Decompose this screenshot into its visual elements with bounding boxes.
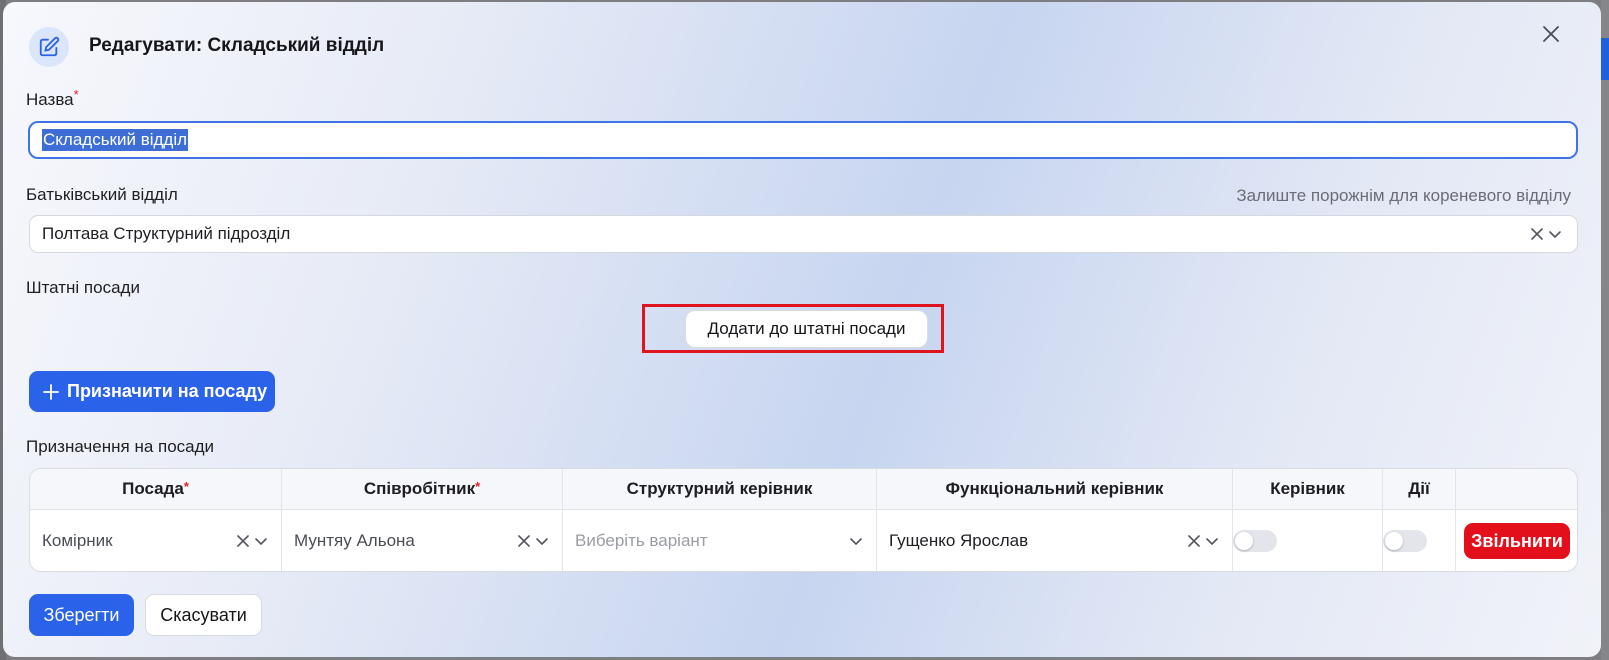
dismiss-cell: Звільнити xyxy=(1456,510,1577,571)
chevron-down-icon[interactable] xyxy=(1547,226,1563,242)
parent-department-label: Батьківський відділ xyxy=(26,185,178,204)
header-manager: Керівник xyxy=(1233,469,1383,509)
clear-x-icon[interactable] xyxy=(1188,535,1200,547)
assignments-label: Призначення на посади xyxy=(26,437,215,456)
required-mark: * xyxy=(475,478,481,494)
parent-department-value: Полтава Структурний підрозділ xyxy=(42,224,291,243)
plus-icon xyxy=(43,383,59,400)
structural-manager-select[interactable]: Виберіть варіант xyxy=(563,510,877,571)
table-row: Комірник Мунтяу Альона Виберіть варіант xyxy=(30,510,1577,571)
employee-value: Мунтяу Альона xyxy=(294,531,415,550)
clear-x-icon[interactable] xyxy=(237,535,249,547)
edit-department-dialog: Редагувати: Складський відділ Назва* Скл… xyxy=(3,2,1601,657)
structural-manager-placeholder: Виберіть варіант xyxy=(575,531,708,550)
table-header-row: Посада * Співробітник * Структурний керівн… xyxy=(30,469,1577,510)
background-right-edge xyxy=(1601,0,1609,660)
chevron-down-icon[interactable] xyxy=(253,533,269,549)
chevron-down-icon[interactable] xyxy=(1204,533,1220,549)
manager-cell xyxy=(1233,510,1383,571)
name-input[interactable]: Складський відділ xyxy=(28,121,1578,159)
position-value: Комірник xyxy=(42,531,113,550)
header-employee: Співробітник * xyxy=(282,469,563,509)
save-button[interactable]: Зберегти xyxy=(29,594,134,636)
dialog-title: Редагувати: Складський відділ xyxy=(89,35,385,56)
assign-to-position-button[interactable]: Призначити на посаду xyxy=(29,371,275,412)
add-to-staff-button[interactable]: Додати до штатні посади xyxy=(685,310,928,348)
parent-department-select[interactable]: Полтава Структурний підрозділ xyxy=(29,215,1578,253)
header-functional-manager: Функціональний керівник xyxy=(877,469,1233,509)
chevron-down-icon[interactable] xyxy=(848,533,864,549)
header-position: Посада * xyxy=(30,469,282,509)
manager-toggle[interactable] xyxy=(1233,530,1277,552)
background-blue-fragment xyxy=(1601,38,1609,80)
name-input-value: Складський відділ xyxy=(42,129,189,151)
clear-x-icon[interactable] xyxy=(1531,228,1543,240)
required-mark: * xyxy=(183,478,189,494)
header-empty xyxy=(1456,469,1577,509)
functional-manager-value: Гущенко Ярослав xyxy=(889,531,1029,550)
employee-select[interactable]: Мунтяу Альона xyxy=(282,510,563,571)
cancel-button[interactable]: Скасувати xyxy=(145,594,262,636)
close-button[interactable] xyxy=(1537,20,1565,48)
parent-department-hint: Залиште порожнім для кореневого відділу xyxy=(1236,186,1571,205)
pencil-square-icon xyxy=(29,27,69,67)
clear-x-icon[interactable] xyxy=(518,535,530,547)
dismiss-button[interactable]: Звільнити xyxy=(1464,523,1570,559)
position-select[interactable]: Комірник xyxy=(30,510,282,571)
functional-manager-select[interactable]: Гущенко Ярослав xyxy=(877,510,1233,571)
actions-cell xyxy=(1383,510,1456,571)
required-mark: * xyxy=(73,87,79,102)
close-icon xyxy=(1543,26,1559,42)
assignments-table: Посада * Співробітник * Структурний керівн… xyxy=(29,468,1578,572)
staff-positions-label: Штатні посади xyxy=(26,278,140,297)
actions-toggle[interactable] xyxy=(1383,530,1427,552)
assign-button-label: Призначити на посаду xyxy=(67,381,268,401)
chevron-down-icon[interactable] xyxy=(534,533,550,549)
name-label: Назва* xyxy=(26,87,79,109)
header-actions: Дії xyxy=(1383,469,1456,509)
header-structural-manager: Структурний керівник xyxy=(563,469,877,509)
